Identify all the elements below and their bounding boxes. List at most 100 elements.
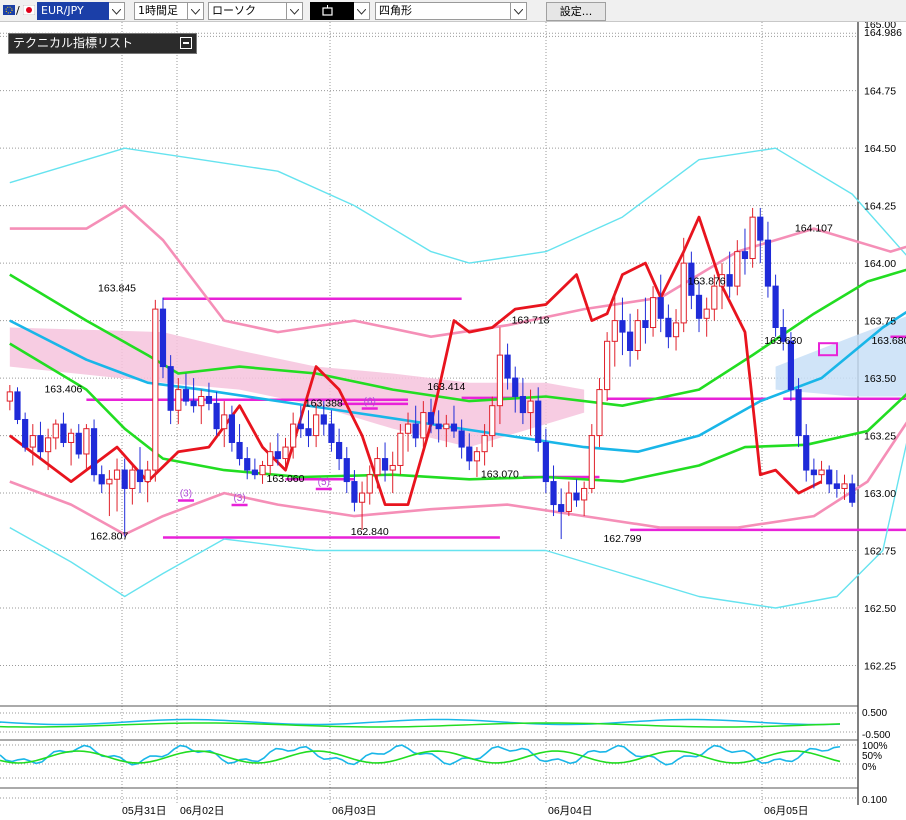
candle xyxy=(734,240,741,296)
technical-indicator-panel[interactable]: テクニカル指標リスト xyxy=(8,33,197,54)
price-label: 163.388 xyxy=(305,397,343,409)
candle-body xyxy=(83,428,90,455)
drawing-tool-dropdown-arrow[interactable] xyxy=(354,2,370,20)
price-label: 163.718 xyxy=(512,315,550,327)
candle xyxy=(573,479,580,507)
candle xyxy=(6,384,13,411)
candle xyxy=(803,424,810,482)
eu-flag-icon xyxy=(3,5,15,15)
candle-body xyxy=(496,354,504,407)
candle-body xyxy=(435,423,442,430)
candle-body xyxy=(60,423,67,443)
candle-body xyxy=(213,402,220,430)
candle-body xyxy=(343,458,350,483)
candle-body xyxy=(129,469,136,489)
candle xyxy=(649,286,657,337)
candle-body xyxy=(167,366,174,411)
candle-body xyxy=(450,423,458,432)
oscillator-axis-tick: -0.500 xyxy=(862,730,891,741)
candle xyxy=(336,428,343,471)
drawing-tool-select[interactable] xyxy=(310,2,354,20)
candle-body xyxy=(236,441,243,460)
candle-body xyxy=(749,216,756,260)
candle-body xyxy=(198,395,205,407)
settings-button[interactable]: 設定... xyxy=(546,2,606,21)
price-label: 163.060 xyxy=(267,473,305,485)
candle-body xyxy=(267,451,274,466)
drawing-tool-name[interactable]: 四角形 xyxy=(375,2,511,20)
candle xyxy=(152,299,159,482)
candle-body xyxy=(427,412,435,425)
candle-body xyxy=(328,423,335,443)
candle-body xyxy=(313,414,320,437)
candle-body xyxy=(113,469,121,480)
drawing-tool-name-dropdown-arrow[interactable] xyxy=(511,2,527,20)
ichimoku-cloud xyxy=(9,316,906,448)
candle-body xyxy=(542,441,549,483)
line-bb-upper2 xyxy=(9,147,906,264)
macd-line xyxy=(0,718,841,726)
time-axis-tick: 06月04日 xyxy=(548,805,592,817)
time-axis-tick: 06月05日 xyxy=(764,805,808,817)
time-axis-tick: 05月31日 xyxy=(122,805,166,817)
candle-body xyxy=(818,469,825,476)
candle-body xyxy=(106,478,113,485)
candle-body xyxy=(52,423,59,439)
candle xyxy=(818,460,825,484)
price-label: 164.107 xyxy=(795,223,833,235)
timeframe-dropdown-arrow[interactable] xyxy=(188,2,204,20)
symbol-dropdown-arrow[interactable] xyxy=(109,2,125,20)
candle-body xyxy=(98,474,105,485)
candle xyxy=(29,424,36,466)
chart-type-dropdown-arrow[interactable] xyxy=(287,2,303,20)
candle-body xyxy=(535,400,542,443)
candle-body xyxy=(604,340,611,391)
chevron-down-icon xyxy=(191,9,200,15)
symbol-select[interactable]: EUR/JPY xyxy=(37,2,109,20)
candle-body xyxy=(336,441,343,460)
candle-body xyxy=(550,481,557,506)
time-axis-tick: 06月03日 xyxy=(332,805,376,817)
candle xyxy=(52,419,59,450)
chart-type-select[interactable]: ローソク xyxy=(208,2,287,20)
price-axis-tick: 163.25 xyxy=(864,431,896,443)
candle xyxy=(581,481,588,517)
candle xyxy=(389,451,396,494)
price-chart[interactable]: 163.845 163.406 162.807 163.060 163.388 162.8… xyxy=(0,22,906,820)
oscillator-panels: 0.500-0.500100%50%0%0.100 xyxy=(0,705,891,806)
candle xyxy=(366,465,373,505)
candle-body xyxy=(121,469,128,489)
timeframe-select[interactable]: 1時間足 xyxy=(134,2,188,20)
candle xyxy=(136,447,144,494)
price-axis-tick: 164.25 xyxy=(864,201,896,213)
candle-body xyxy=(481,435,488,453)
stochastic-d-line xyxy=(0,750,841,764)
candle-body xyxy=(404,423,412,434)
candle xyxy=(113,458,121,512)
candle-body xyxy=(596,389,603,437)
price-axis-tick: 162.50 xyxy=(864,603,896,615)
candle-body xyxy=(626,331,634,352)
candle xyxy=(259,460,266,484)
candle-body xyxy=(695,294,703,319)
candle-body xyxy=(665,317,672,338)
candle-body xyxy=(374,458,381,476)
chevron-down-icon xyxy=(112,9,121,15)
technical-indicator-panel-title: テクニカル指標リスト xyxy=(13,36,134,50)
flag-separator: / xyxy=(16,4,20,17)
candle-body xyxy=(14,391,21,420)
panel-minimize-icon[interactable] xyxy=(180,37,192,49)
candle-body xyxy=(757,216,764,241)
candle-body xyxy=(29,435,36,448)
candle xyxy=(305,410,312,448)
candle-body xyxy=(611,320,618,342)
candle-body xyxy=(75,432,82,455)
candle-body xyxy=(833,483,840,489)
price-label: 162.807 xyxy=(90,531,128,543)
annotation-label: (3) xyxy=(233,493,245,504)
toolbar: / EUR/JPY 1時間足 ローソク 四角形 設定... xyxy=(0,0,906,22)
candle-body xyxy=(22,418,29,448)
candle xyxy=(772,274,779,337)
candle-body xyxy=(558,504,565,512)
oscillator-axis-tick: 0.100 xyxy=(862,795,887,806)
